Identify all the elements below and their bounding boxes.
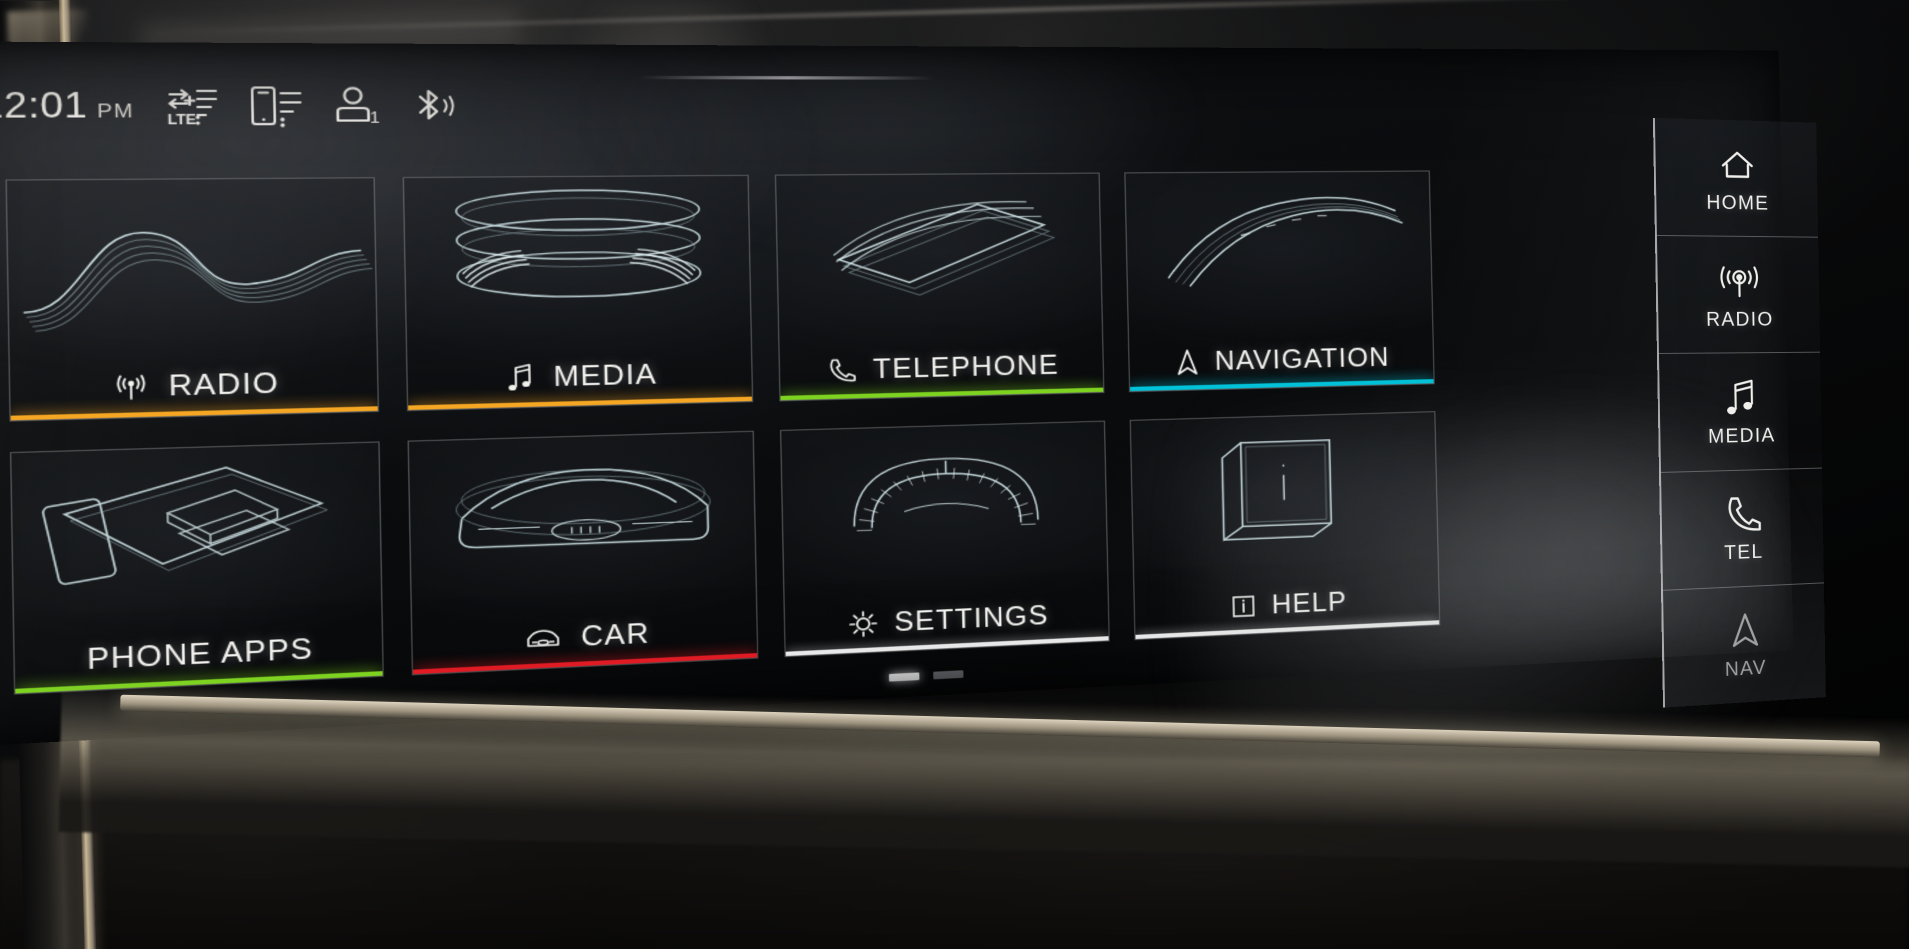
sidebar-item-radio-label: RADIO (1705, 308, 1774, 331)
music-note-icon (1723, 375, 1760, 421)
svg-text:1: 1 (369, 109, 379, 127)
nav-arrow-icon (1729, 607, 1762, 654)
phone-handset-icon (1723, 491, 1764, 538)
sidebar-item-tel-label: TEL (1724, 541, 1764, 565)
clock: 12:01 PM (0, 85, 134, 127)
tile-phone-apps-label: PHONE APPS (86, 632, 314, 676)
telephone-smartphone-art (776, 178, 1102, 343)
tile-help-label: HELP (1271, 586, 1348, 620)
tile-navigation-label: NAVIGATION (1214, 342, 1391, 376)
page-dot-active[interactable] (888, 672, 920, 682)
phone-handset-icon (826, 356, 857, 385)
status-bar: 12:01 PM LTE 1 (0, 79, 457, 133)
tile-car-label: CAR (580, 617, 650, 653)
clock-time: 12:01 (0, 84, 89, 126)
tile-phone-apps[interactable]: PHONE APPS (9, 441, 384, 695)
info-box-icon (1230, 593, 1257, 620)
radio-antenna-icon (112, 370, 150, 403)
nav-arrow-icon (1175, 347, 1200, 377)
sidebar-rail: HOME RADIO MEDIA TEL NAV (1652, 117, 1826, 708)
sidebar-item-radio[interactable]: RADIO (1656, 236, 1821, 355)
sidebar-item-media[interactable]: MEDIA (1658, 353, 1822, 473)
sidebar-item-home[interactable]: HOME (1654, 117, 1819, 238)
bluetooth-icon (411, 84, 457, 127)
phone-apps-art (11, 447, 381, 632)
infotainment-screenshot: 12:01 PM LTE 1 RADIO MEDIA TELEPHONE NAV… (0, 0, 1909, 949)
clock-ampm: PM (97, 100, 134, 123)
gear-icon (847, 609, 878, 639)
tile-settings-label: SETTINGS (894, 599, 1049, 638)
page-indicator[interactable] (888, 670, 964, 682)
home-tile-grid: RADIO MEDIA TELEPHONE NAVIGATION PHONE A… (5, 170, 1441, 695)
music-note-icon (506, 362, 536, 394)
radio-antenna-icon (1718, 258, 1761, 304)
radio-waveform-art (7, 183, 377, 360)
car-front-icon (524, 625, 564, 652)
sidebar-item-tel[interactable]: TEL (1660, 468, 1824, 591)
car-body-art (409, 436, 756, 615)
media-discs-art (404, 180, 751, 351)
glass-highlight-line (638, 75, 935, 80)
mmi-display: 12:01 PM LTE 1 RADIO MEDIA TELEPHONE NAV… (0, 41, 1794, 749)
sidebar-item-nav-label: NAV (1724, 657, 1768, 682)
tile-media-label: MEDIA (552, 358, 658, 393)
sidebar-item-nav[interactable]: NAV (1663, 583, 1826, 707)
mmi-sidebar: HOME RADIO MEDIA TEL NAV (1652, 117, 1826, 708)
tile-radio[interactable]: RADIO (5, 177, 380, 422)
home-icon (1716, 141, 1759, 187)
tile-help[interactable]: HELP (1129, 411, 1441, 641)
tile-media[interactable]: MEDIA (402, 174, 754, 412)
sidebar-item-home-label: HOME (1706, 191, 1770, 215)
tile-navigation[interactable]: NAVIGATION (1124, 170, 1435, 393)
tile-telephone-label: TELEPHONE (872, 349, 1060, 385)
navigation-road-art (1126, 176, 1433, 336)
help-manual-art (1131, 416, 1438, 583)
user-profile-icon: 1 (332, 83, 384, 128)
tile-settings[interactable]: SETTINGS (780, 420, 1110, 658)
lte-data-signal-icon: LTE (162, 83, 218, 129)
sidebar-item-media-label: MEDIA (1707, 424, 1776, 448)
svg-text:LTE: LTE (167, 111, 196, 127)
tile-radio-label: RADIO (168, 366, 280, 402)
tile-telephone[interactable]: TELEPHONE (774, 172, 1105, 402)
page-dot-inactive[interactable] (933, 670, 964, 680)
phone-signal-icon (246, 83, 304, 129)
tile-car[interactable]: CAR (407, 430, 759, 676)
mmi-screen-surface: 12:01 PM LTE 1 RADIO MEDIA TELEPHONE NAV… (0, 41, 1794, 749)
settings-dial-art (781, 426, 1107, 599)
